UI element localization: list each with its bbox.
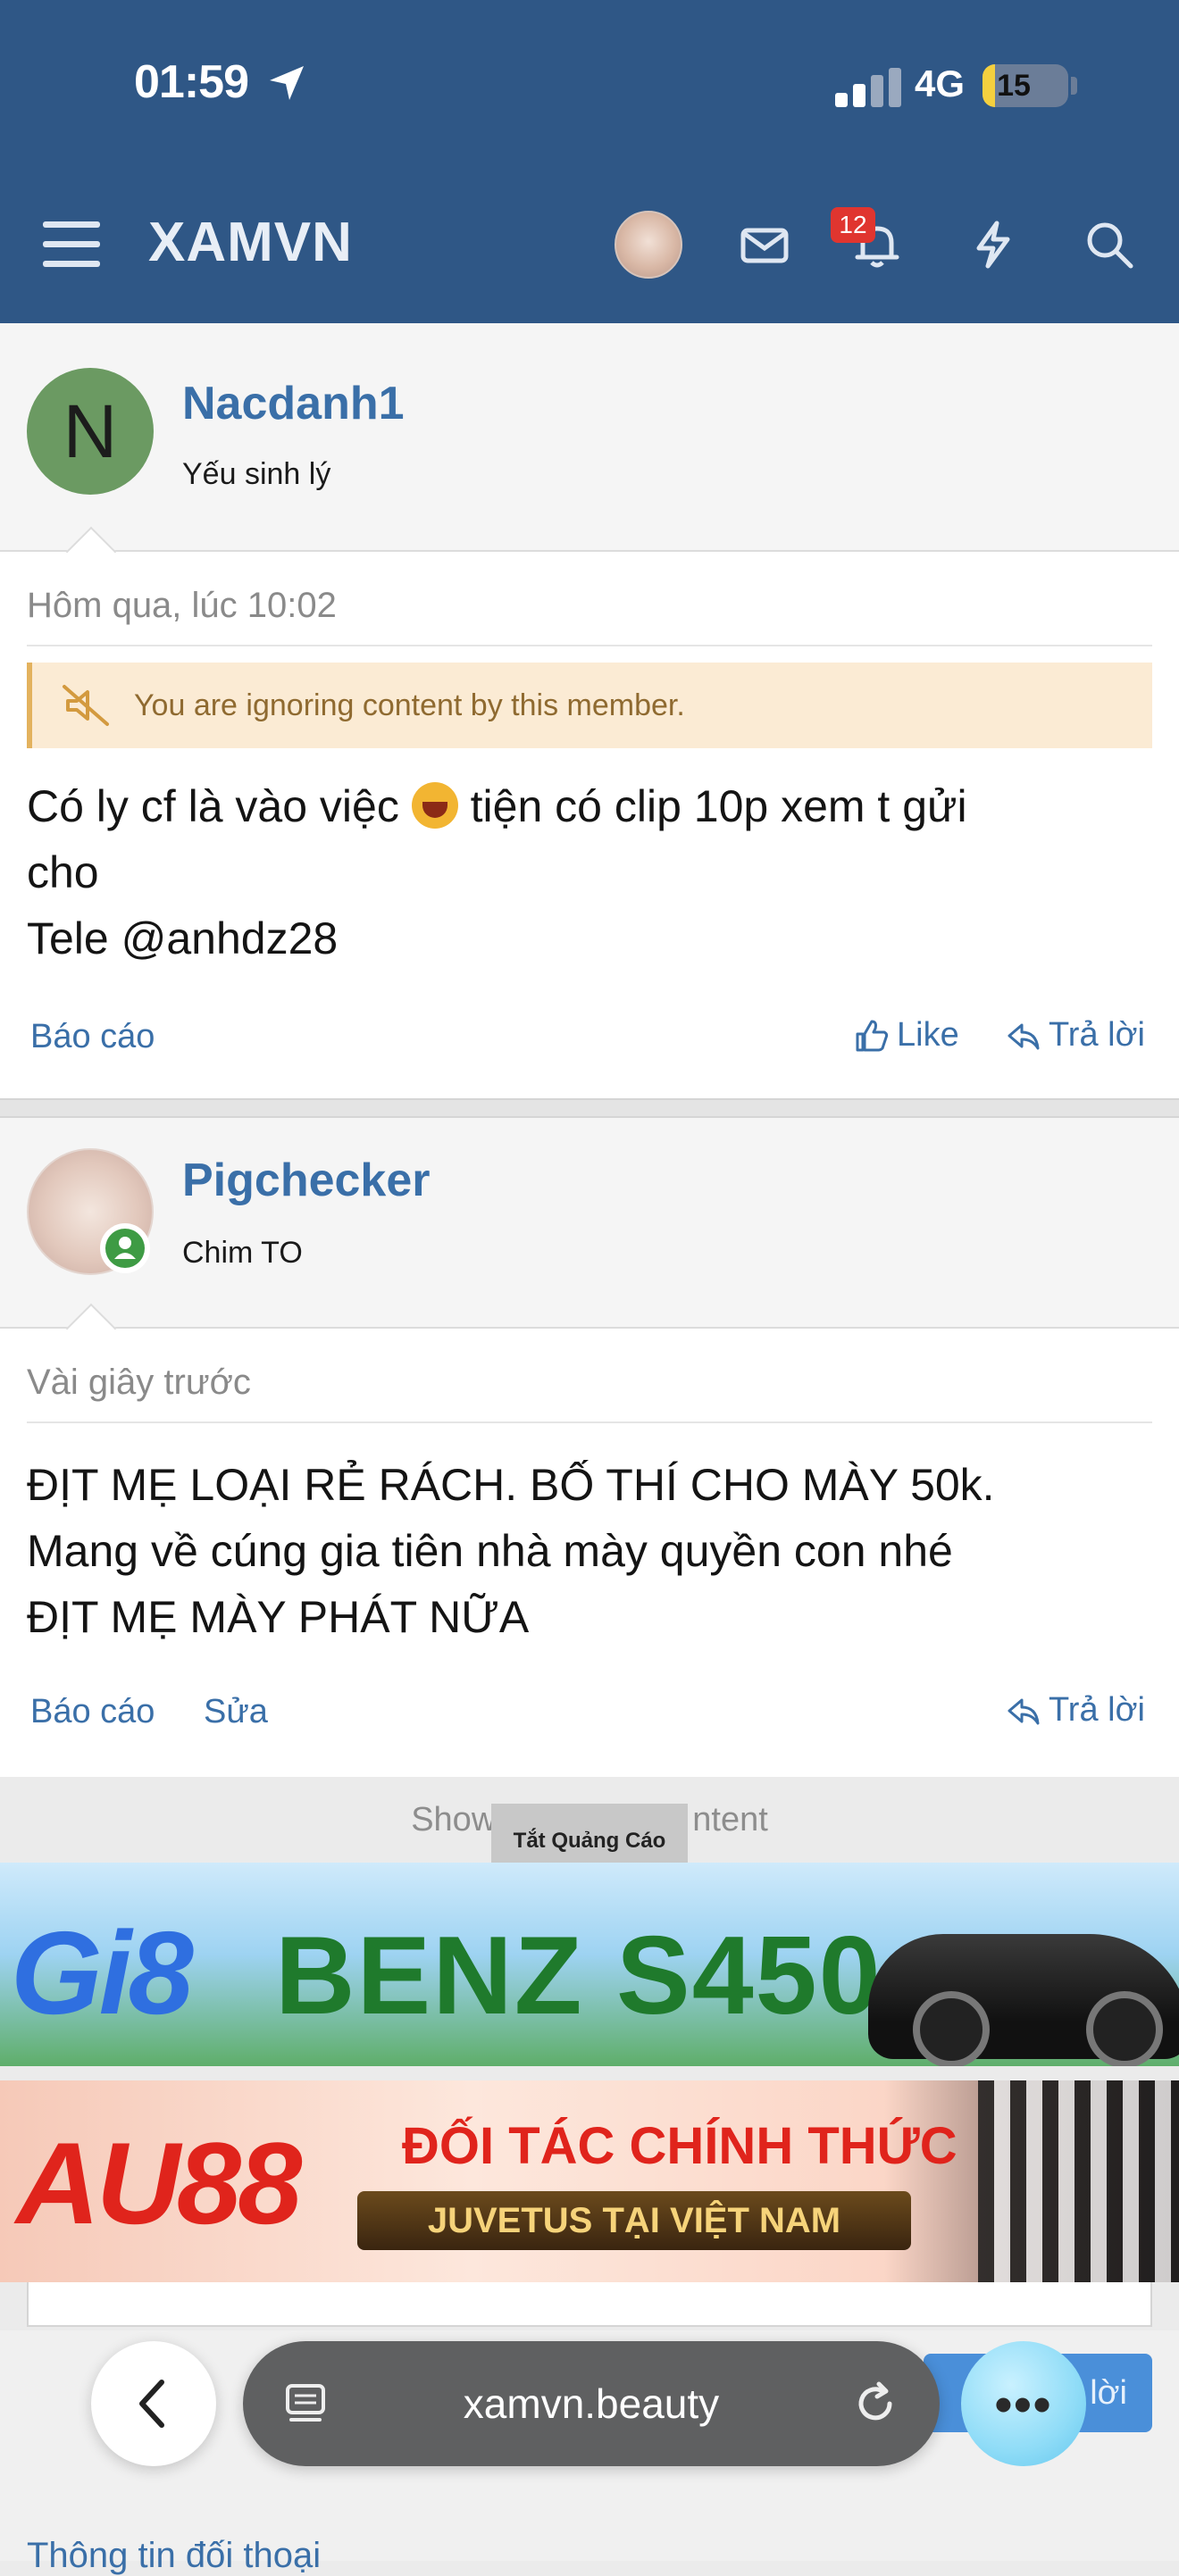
date-divider <box>27 645 1152 646</box>
back-button[interactable] <box>91 2341 216 2466</box>
avatar[interactable]: N <box>27 368 154 495</box>
ignore-notice-text: You are ignoring content by this member. <box>134 688 685 722</box>
chevron-left-icon <box>139 2380 164 2428</box>
app-header: 01:59 4G 15 XAMVN 12 <box>0 0 1179 323</box>
ad1-logo: Gi8 <box>11 1907 194 2038</box>
reply-button[interactable]: Trả lời <box>1006 1016 1145 1055</box>
ad2-headline: ĐỐI TÁC CHÍNH THỨC <box>402 2117 957 2175</box>
edit-button[interactable]: Sửa <box>204 1693 268 1731</box>
search-icon[interactable] <box>1083 218 1136 271</box>
notification-badge: 12 <box>831 207 875 243</box>
more-options-button[interactable]: ••• <box>961 2341 1086 2466</box>
status-time: 01:59 <box>134 56 249 108</box>
signal-icon <box>835 68 901 107</box>
network-type: 4G <box>915 63 966 104</box>
mail-icon[interactable] <box>738 218 791 271</box>
post-text-line1a: Có ly cf là vào việc <box>27 781 399 831</box>
post-pigchecker: Pigchecker Chim TO Vài giây trước ĐỊT MẸ… <box>0 1118 1179 1777</box>
reply-label: Trả lời <box>1049 1691 1145 1729</box>
lightning-icon[interactable] <box>966 218 1020 271</box>
username[interactable]: Pigchecker <box>182 1154 431 1207</box>
url-text: xamvn.beauty <box>463 2380 720 2427</box>
players-image <box>978 2080 1179 2282</box>
post-text-line1: ĐỊT MẸ LOẠI RẺ RÁCH. BỐ THÍ CHO MÀY 50k. <box>27 1460 995 1510</box>
reply-icon <box>1008 1698 1040 1724</box>
post-nacdanh1: N Nacdanh1 Yếu sinh lý Hôm qua, lúc 10:0… <box>0 323 1179 1098</box>
post-user-header: N Nacdanh1 Yếu sinh lý <box>0 323 1179 552</box>
address-bar[interactable]: xamvn.beauty <box>243 2341 940 2466</box>
user-title: Chim TO <box>182 1236 303 1270</box>
post-text-line3: ĐỊT MẸ MÀY PHÁT NỮA <box>27 1592 530 1642</box>
report-button[interactable]: Báo cáo <box>30 1018 155 1056</box>
post-date[interactable]: Hôm qua, lúc 10:02 <box>27 586 337 626</box>
post-body: ĐỊT MẸ LOẠI RẺ RÁCH. BỐ THÍ CHO MÀY 50k.… <box>27 1452 995 1650</box>
like-button[interactable]: Like <box>854 1016 959 1055</box>
menu-icon[interactable] <box>43 220 100 268</box>
battery-level: 15 <box>997 68 1031 103</box>
report-label: Báo cáo <box>30 1693 155 1730</box>
ignore-notice: You are ignoring content by this member. <box>27 663 1152 748</box>
report-label: Báo cáo <box>30 1018 155 1055</box>
ad1-headline: BENZ S450 <box>275 1914 882 2038</box>
show-label-left: Show <box>411 1800 497 1838</box>
like-label: Like <box>897 1016 959 1054</box>
online-status-icon <box>100 1223 150 1273</box>
battery-indicator: 15 <box>982 64 1068 107</box>
post-date[interactable]: Vài giây trước <box>27 1363 251 1403</box>
post-body: Có ly cf là vào việc tiện có clip 10p xe… <box>27 773 967 971</box>
site-title[interactable]: XAMVN <box>148 211 353 274</box>
quick-reply-editor[interactable] <box>27 2282 1152 2327</box>
show-label-right: ntent <box>692 1800 768 1838</box>
report-button[interactable]: Báo cáo <box>30 1693 155 1731</box>
post-text-line1b: tiện có clip 10p xem t gửi <box>470 781 967 831</box>
battery-tip <box>1071 77 1077 95</box>
post-user-header: Pigchecker Chim TO <box>0 1118 1179 1329</box>
reload-icon[interactable] <box>850 2379 900 2429</box>
reply-label: Trả lời <box>1049 1016 1145 1054</box>
reply-icon <box>1008 1023 1040 1049</box>
post-text-line3: Tele @anhdz28 <box>27 913 339 963</box>
car-image <box>868 1934 1179 2066</box>
date-divider <box>27 1421 1152 1423</box>
conversation-info-link[interactable]: Thông tin đối thoại <box>27 2536 321 2576</box>
ad2-logo: AU88 <box>16 2118 302 2248</box>
ad-banner-au88[interactable]: AU88 ĐỐI TÁC CHÍNH THỨC JUVETUS TẠI VIỆT… <box>0 2080 1179 2282</box>
laughing-emoji-icon <box>411 782 458 829</box>
mute-icon <box>63 685 109 726</box>
username[interactable]: Nacdanh1 <box>182 377 405 430</box>
location-arrow-icon <box>270 66 304 100</box>
post-separator <box>0 1098 1179 1118</box>
post-text-line2: cho <box>27 847 99 897</box>
edit-label: Sửa <box>204 1693 268 1730</box>
post-text-line2: Mang về cúng gia tiên nhà mày quyền con … <box>27 1526 953 1576</box>
user-title: Yếu sinh lý <box>182 457 331 491</box>
ad2-subheadline: JUVETUS TẠI VIỆT NAM <box>357 2191 911 2250</box>
thumbs-up-icon <box>856 1020 889 1051</box>
ad-banner-gi8[interactable]: Gi8 BENZ S450 <box>0 1863 1179 2066</box>
user-avatar[interactable] <box>615 211 682 279</box>
reply-button[interactable]: Trả lời <box>1006 1691 1145 1730</box>
